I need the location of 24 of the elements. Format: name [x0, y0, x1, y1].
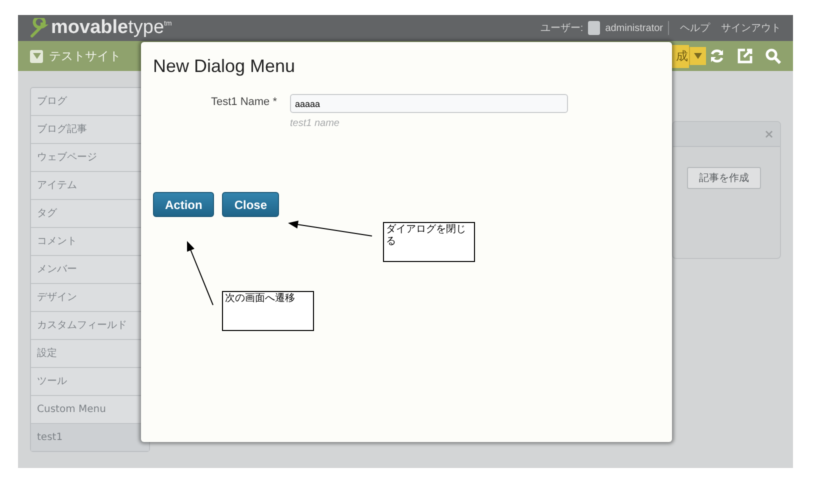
dialog-title: New Dialog Menu — [153, 56, 296, 77]
avatar-icon — [588, 21, 600, 36]
field-hint: test1 name — [290, 118, 340, 129]
close-button[interactable]: Close — [222, 192, 280, 217]
refresh-icon[interactable] — [709, 48, 725, 64]
callout-note: ダイアログを閉じる — [383, 222, 475, 262]
user-link[interactable]: administrator — [605, 22, 663, 34]
dropdown-icon[interactable] — [30, 50, 43, 63]
header-link[interactable]: ヘルプ — [680, 21, 710, 36]
header-link[interactable]: サインアウト — [721, 21, 781, 36]
arrow — [187, 241, 214, 306]
callout-note: 次の画面へ遷移 — [222, 291, 314, 331]
external-link-icon[interactable] — [737, 48, 753, 64]
site-name[interactable]: テストサイト — [49, 48, 121, 65]
logo[interactable]: movabletype$^{tm}$ — [51, 17, 172, 40]
caret-icon[interactable] — [689, 47, 706, 66]
action-button[interactable]: Action — [153, 192, 214, 217]
close-icon[interactable]: × — [764, 127, 774, 141]
create-entry-button[interactable]: 記事を作成 — [687, 167, 761, 189]
sidebar-item[interactable]: test1 — [31, 424, 149, 451]
name-field[interactable]: aaaaa — [290, 94, 568, 113]
field-label: Test1 Name * — [210, 95, 277, 110]
user-label: ユーザー: — [540, 22, 584, 36]
search-icon[interactable] — [765, 48, 781, 64]
